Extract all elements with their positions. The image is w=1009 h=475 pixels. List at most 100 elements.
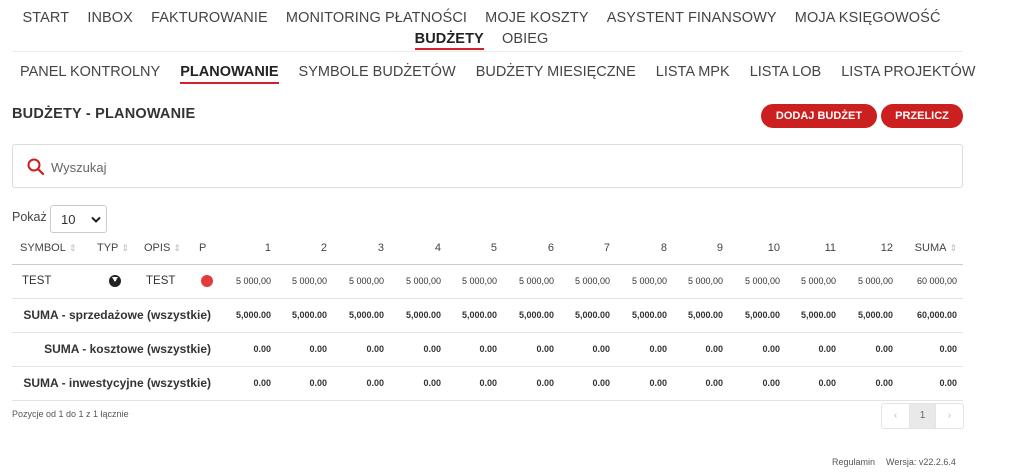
cell-priority <box>191 264 221 299</box>
cost-total-month-9: 0.00 <box>673 332 729 367</box>
nav-item-payment-monitoring[interactable]: MONITORING PŁATNOŚCI <box>286 8 467 29</box>
subnav-item-lob-list[interactable]: LISTA LOB <box>750 62 821 82</box>
column-header-sum[interactable]: SUMA ⇕ <box>899 232 963 265</box>
page-size-value: 10 <box>61 212 76 227</box>
page-1-button[interactable]: 1 <box>909 404 936 428</box>
search-box <box>12 144 963 188</box>
terms-link[interactable]: Regulamin <box>832 457 875 467</box>
main-nav-row-2: BUDŻETY OBIEG <box>0 29 963 50</box>
investment-total-month-8: 0.00 <box>616 366 673 401</box>
investment-total-month-11: 0.00 <box>786 366 842 401</box>
cell-month-10: 5 000,00 <box>729 264 786 299</box>
cost-total-month-8: 0.00 <box>616 332 673 367</box>
subnav-item-budget-symbols[interactable]: SYMBOLE BUDŻETÓW <box>299 62 456 82</box>
nav-item-inbox[interactable]: INBOX <box>87 8 133 29</box>
nav-divider <box>12 51 963 52</box>
sales-total-month-9: 5,000.00 <box>673 298 729 333</box>
main-navigation: START INBOX FAKTUROWANIE MONITORING PŁAT… <box>0 8 963 50</box>
sales-total-label: SUMA - sprzedażowe (wszystkie) <box>12 298 221 333</box>
column-header-month-11: 11 <box>786 232 842 265</box>
investment-total-month-3: 0.00 <box>333 366 390 401</box>
cost-total-month-4: 0.00 <box>390 332 447 367</box>
sales-total-month-6: 5,000.00 <box>503 298 560 333</box>
pagination: ‹ 1 › <box>881 403 964 429</box>
sales-total-month-12: 5,000.00 <box>842 298 899 333</box>
investment-total-month-4: 0.00 <box>390 366 447 401</box>
column-header-month-10: 10 <box>729 232 786 265</box>
cost-total-label: SUMA - kosztowe (wszystkie) <box>12 332 221 367</box>
column-header-description[interactable]: OPIS ⇕ <box>136 232 191 265</box>
column-header-symbol[interactable]: SYMBOL ⇕ <box>12 232 89 265</box>
subnav-item-control-panel[interactable]: PANEL KONTROLNY <box>20 62 160 82</box>
recalculate-button[interactable]: PRZELICZ <box>881 104 963 128</box>
sales-total-month-11: 5,000.00 <box>786 298 842 333</box>
column-header-month-1: 1 <box>221 232 277 265</box>
add-budget-button[interactable]: DODAJ BUDŻET <box>761 104 877 128</box>
column-header-month-8: 8 <box>616 232 673 265</box>
sub-navigation: PANEL KONTROLNY PLANOWANIE SYMBOLE BUDŻE… <box>12 62 983 84</box>
sort-icon: ⇕ <box>949 242 957 253</box>
column-header-month-5: 5 <box>447 232 503 265</box>
nav-item-my-accounting[interactable]: MOJA KSIĘGOWOŚĆ <box>795 8 941 29</box>
cost-total-month-10: 0.00 <box>729 332 786 367</box>
column-header-month-12: 12 <box>842 232 899 265</box>
sales-total-month-8: 5,000.00 <box>616 298 673 333</box>
page-size-label: Pokaż <box>12 210 47 224</box>
cell-month-11: 5 000,00 <box>786 264 842 299</box>
cost-total-month-1: 0.00 <box>221 332 277 367</box>
cell-month-7: 5 000,00 <box>560 264 616 299</box>
column-header-month-4: 4 <box>390 232 447 265</box>
cell-month-2: 5 000,00 <box>277 264 333 299</box>
subnav-item-projects-list[interactable]: LISTA PROJEKTÓW <box>841 62 975 82</box>
search-icon <box>27 158 45 176</box>
priority-dot <box>201 274 213 287</box>
sales-total-sum: 60,000.00 <box>899 298 963 333</box>
sales-total-month-5: 5,000.00 <box>447 298 503 333</box>
sales-total-month-2: 5,000.00 <box>277 298 333 333</box>
investment-total-month-7: 0.00 <box>560 366 616 401</box>
sales-total-month-4: 5,000.00 <box>390 298 447 333</box>
prev-page-button[interactable]: ‹ <box>882 404 909 428</box>
cell-month-12: 5 000,00 <box>842 264 899 299</box>
nav-item-workflow[interactable]: OBIEG <box>502 29 548 50</box>
page-size-select[interactable]: 10 <box>50 205 107 233</box>
search-input[interactable] <box>51 155 931 179</box>
nav-item-financial-assistant[interactable]: ASYSTENT FINANSOWY <box>607 8 777 29</box>
nav-item-start[interactable]: START <box>22 8 69 29</box>
cost-total-month-7: 0.00 <box>560 332 616 367</box>
cell-description: TEST <box>136 264 191 299</box>
subnav-item-mpk-list[interactable]: LISTA MPK <box>656 62 730 82</box>
sort-icon: ⇕ <box>173 242 181 253</box>
cost-total-month-11: 0.00 <box>786 332 842 367</box>
nav-item-my-costs[interactable]: MOJE KOSZTY <box>485 8 588 29</box>
subnav-item-planning[interactable]: PLANOWANIE <box>180 62 278 84</box>
cost-total-month-3: 0.00 <box>333 332 390 367</box>
column-header-month-7: 7 <box>560 232 616 265</box>
cost-total-month-6: 0.00 <box>503 332 560 367</box>
cell-month-3: 5 000,00 <box>333 264 390 299</box>
sales-total-month-3: 5,000.00 <box>333 298 390 333</box>
version-label: Wersja: v22.2.6.4 <box>886 457 956 467</box>
cell-month-9: 5 000,00 <box>673 264 729 299</box>
budget-planning-table: SYMBOL ⇕ TYP ⇕ OPIS ⇕ P 1 2 3 4 5 6 7 8 9 1… <box>12 232 963 401</box>
table-row[interactable]: TEST TEST 5 000,00 5 000,00 5 000,00 5 0… <box>12 264 963 299</box>
nav-item-budgets[interactable]: BUDŻETY <box>415 29 484 50</box>
arrow-down-circle-icon <box>109 274 121 287</box>
sort-icon: ⇕ <box>68 242 77 253</box>
investment-total-label: SUMA - inwestycyjne (wszystkie) <box>12 366 221 401</box>
investment-total-month-1: 0.00 <box>221 366 277 401</box>
cell-sum: 60 000,00 <box>899 264 963 299</box>
nav-item-invoicing[interactable]: FAKTUROWANIE <box>151 8 268 29</box>
subnav-item-monthly-budgets[interactable]: BUDŻETY MIESIĘCZNE <box>476 62 636 82</box>
records-info: Pozycje od 1 do 1 z 1 łącznie <box>12 409 129 419</box>
sales-total-month-1: 5,000.00 <box>221 298 277 333</box>
cell-month-4: 5 000,00 <box>390 264 447 299</box>
column-header-type[interactable]: TYP ⇕ <box>89 232 136 265</box>
table-header-row: SYMBOL ⇕ TYP ⇕ OPIS ⇕ P 1 2 3 4 5 6 7 8 9 1… <box>12 232 963 265</box>
investment-total-sum: 0.00 <box>899 366 963 401</box>
chevron-down-icon <box>91 216 101 223</box>
next-page-button[interactable]: › <box>936 404 963 428</box>
investment-total-month-9: 0.00 <box>673 366 729 401</box>
cost-total-month-2: 0.00 <box>277 332 333 367</box>
sales-total-month-10: 5,000.00 <box>729 298 786 333</box>
